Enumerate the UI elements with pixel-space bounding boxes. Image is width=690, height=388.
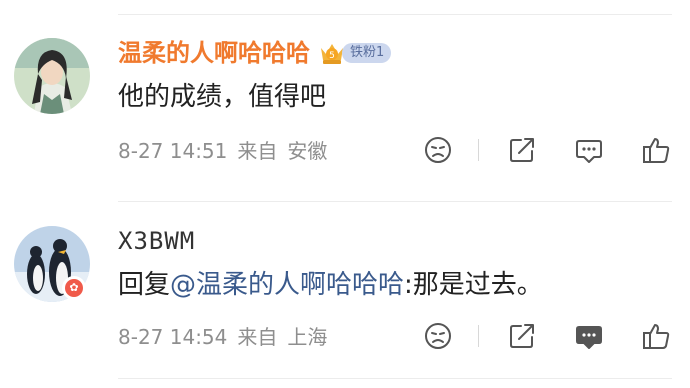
comment-meta: 8-27 14:54 来自 上海 [118, 323, 337, 351]
reply-button[interactable] [573, 134, 605, 166]
reply-button[interactable] [573, 320, 605, 352]
share-button[interactable] [506, 320, 538, 352]
timestamp: 8-27 14:51 [118, 139, 228, 163]
dislike-button[interactable] [422, 134, 454, 166]
fan-badge[interactable]: 5 铁粉1 [318, 41, 392, 65]
fan-level-number: 5 [329, 51, 335, 61]
reply-prefix: 回复 [118, 270, 171, 300]
reply-body: :那是过去。 [404, 270, 543, 300]
bottom-divider [118, 378, 672, 379]
like-icon [643, 138, 670, 163]
share-icon [510, 138, 534, 162]
reply-icon [576, 326, 602, 349]
vip-star-icon: ✿ [65, 279, 83, 297]
action-separator [478, 139, 479, 161]
timestamp: 8-27 14:54 [118, 325, 228, 349]
share-button[interactable] [506, 134, 538, 166]
comment-text: 回复@温柔的人啊哈哈哈:那是过去。 [118, 268, 543, 302]
comment-divider [118, 201, 672, 202]
dislike-icon [425, 323, 451, 349]
action-separator [478, 325, 479, 347]
location: 安徽 [287, 139, 328, 163]
comment-text: 他的成绩，值得吧 [118, 82, 327, 112]
like-icon [643, 324, 670, 349]
username[interactable]: X3BWM [118, 226, 195, 256]
avatar[interactable] [14, 38, 90, 114]
dislike-button[interactable] [422, 320, 454, 352]
source-label: 来自 [237, 325, 278, 349]
share-icon [510, 324, 534, 348]
avatar-image [14, 38, 90, 114]
like-button[interactable] [640, 134, 672, 166]
dislike-icon [425, 137, 451, 163]
fan-badge-label: 铁粉1 [342, 43, 392, 63]
source-label: 来自 [237, 139, 278, 163]
vip-badge: ✿ [62, 276, 86, 300]
mention-link[interactable]: @温柔的人啊哈哈哈 [170, 270, 404, 300]
username[interactable]: 温柔的人啊哈哈哈 [118, 38, 310, 68]
location: 上海 [287, 325, 328, 349]
reply-icon [576, 140, 602, 163]
top-divider [118, 14, 672, 15]
comment-meta: 8-27 14:51 来自 安徽 [118, 137, 337, 165]
like-button[interactable] [640, 320, 672, 352]
